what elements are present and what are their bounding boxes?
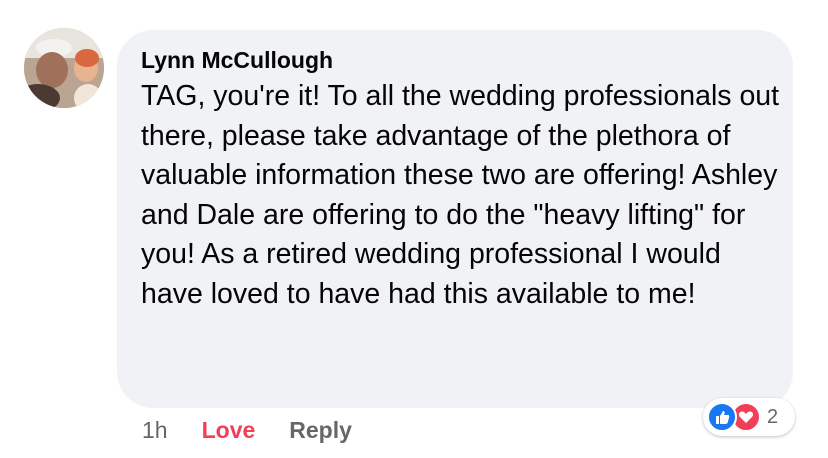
reply-button[interactable]: Reply <box>289 417 352 444</box>
reaction-count: 2 <box>767 405 779 428</box>
comment-timestamp[interactable]: 1h <box>142 417 168 444</box>
comment-actions: 1h Love Reply <box>142 414 352 446</box>
comment-text: TAG, you're it! To all the wedding profe… <box>141 80 780 310</box>
comment-author[interactable]: Lynn McCullough <box>141 46 769 74</box>
like-icon <box>707 402 737 432</box>
avatar[interactable] <box>24 28 104 108</box>
love-button[interactable]: Love <box>202 417 256 444</box>
comment-bubble: Lynn McCullough TAG, you're it! To all t… <box>117 30 793 408</box>
reactions-summary[interactable]: 2 <box>703 398 795 436</box>
